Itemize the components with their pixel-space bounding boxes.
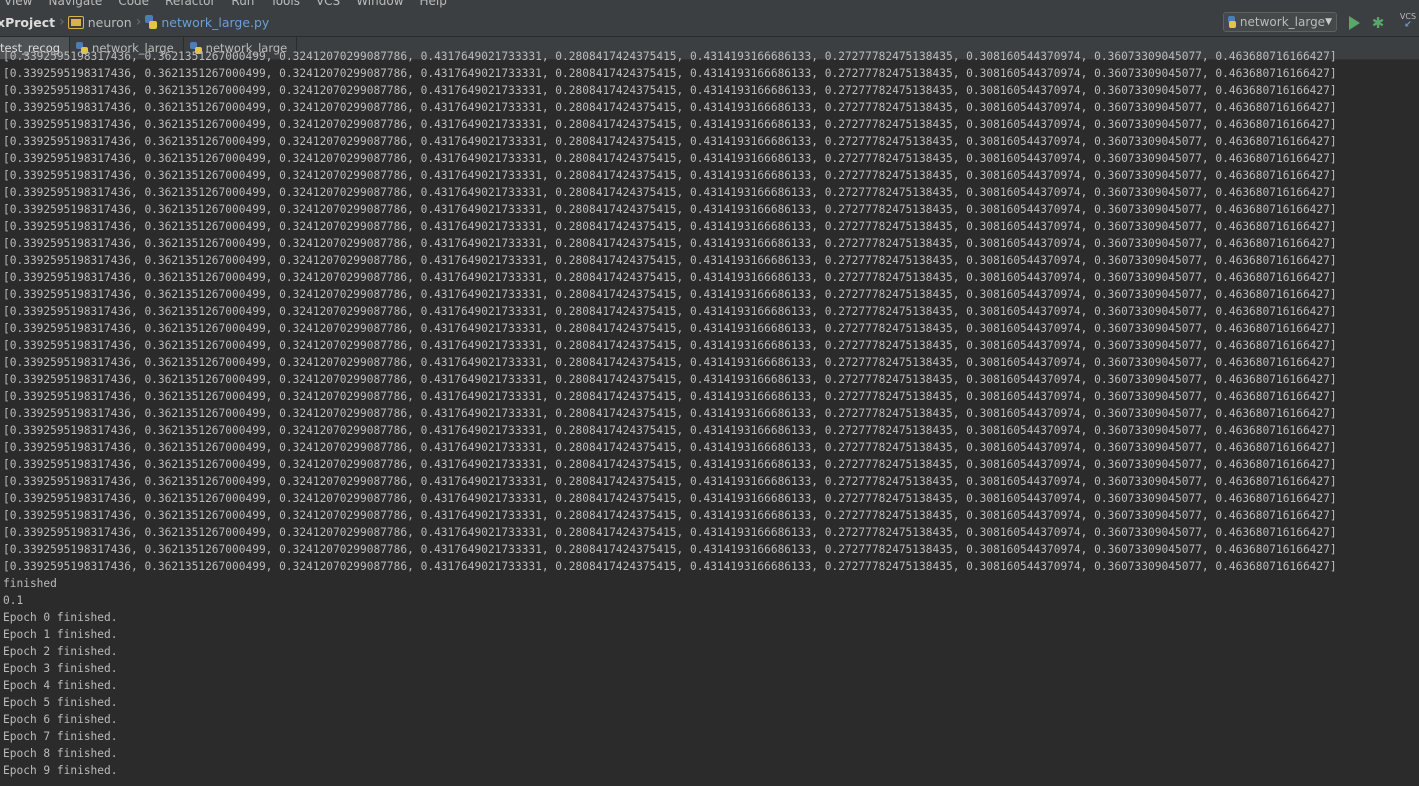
console-line: [0.3392595198317436, 0.3621351267000499,…	[3, 390, 1337, 403]
console-line: 0.1	[3, 594, 24, 607]
run-configuration-select[interactable]: network_large ▼	[1223, 12, 1337, 32]
console-line: [0.3392595198317436, 0.3621351267000499,…	[3, 424, 1337, 437]
console-line: finished	[3, 577, 57, 590]
console-line: [0.3392595198317436, 0.3621351267000499,…	[3, 135, 1337, 148]
menu-item-window[interactable]: Window	[356, 0, 403, 8]
console-line: [0.3392595198317436, 0.3621351267000499,…	[3, 101, 1337, 114]
console-line: [0.3392595198317436, 0.3621351267000499,…	[3, 373, 1337, 386]
vcs-button[interactable]: VCS ↙	[1398, 12, 1418, 30]
menu-item-help[interactable]: Help	[420, 0, 447, 8]
breadcrumb-project[interactable]: xProject	[0, 15, 55, 30]
console-line: [0.3392595198317436, 0.3621351267000499,…	[3, 271, 1337, 284]
console-line: [0.3392595198317436, 0.3621351267000499,…	[3, 492, 1337, 505]
debug-icon: ✱	[1371, 14, 1385, 32]
console-line: [0.3392595198317436, 0.3621351267000499,…	[3, 475, 1337, 488]
menu-item-refactor[interactable]: Refactor	[165, 0, 215, 8]
console-line: Epoch 4 finished.	[3, 679, 118, 692]
breadcrumb-separator: ›	[135, 14, 142, 30]
console-line: [0.3392595198317436, 0.3621351267000499,…	[3, 509, 1337, 522]
console-line: [0.3392595198317436, 0.3621351267000499,…	[3, 220, 1337, 233]
debug-button[interactable]: ✱	[1369, 14, 1387, 32]
console-line: [0.3392595198317436, 0.3621351267000499,…	[3, 339, 1337, 352]
console-line: [0.3392595198317436, 0.3621351267000499,…	[3, 152, 1337, 165]
console-line: [0.3392595198317436, 0.3621351267000499,…	[3, 288, 1337, 301]
console-line: Epoch 8 finished.	[3, 747, 118, 760]
console-line: [0.3392595198317436, 0.3621351267000499,…	[3, 560, 1337, 573]
run-button[interactable]	[1345, 14, 1363, 32]
console-line: Epoch 3 finished.	[3, 662, 118, 675]
console-line: [0.3392595198317436, 0.3621351267000499,…	[3, 441, 1337, 454]
menu-item-view[interactable]: View	[4, 0, 32, 8]
console-line: Epoch 6 finished.	[3, 713, 118, 726]
run-icon	[1348, 16, 1360, 30]
menu-item-tools[interactable]: Tools	[270, 0, 300, 8]
python-run-config-icon	[1228, 16, 1236, 28]
menu-item-run[interactable]: Run	[231, 0, 254, 8]
console-line: Epoch 2 finished.	[3, 645, 118, 658]
run-configuration-label: network_large	[1239, 15, 1326, 29]
console-line: [0.3392595198317436, 0.3621351267000499,…	[3, 67, 1337, 80]
breadcrumb-file[interactable]: network_large.py	[145, 15, 269, 30]
navigation-bar: xProject › neuron › network_large.py net…	[0, 8, 1419, 37]
menu-item-navigate[interactable]: Navigate	[48, 0, 102, 8]
console-line: [0.3392595198317436, 0.3621351267000499,…	[3, 322, 1337, 335]
console-line: [0.3392595198317436, 0.3621351267000499,…	[3, 526, 1337, 539]
menu-item-code[interactable]: Code	[118, 0, 149, 8]
console-line: [0.3392595198317436, 0.3621351267000499,…	[3, 254, 1337, 267]
breadcrumb-folder[interactable]: neuron	[67, 14, 132, 30]
console-line: [0.3392595198317436, 0.3621351267000499,…	[3, 543, 1337, 556]
chevron-down-icon: ▼	[1325, 17, 1332, 27]
console-line: Epoch 9 finished.	[3, 764, 118, 777]
console-output[interactable]: [0.3392595198317436, 0.3621351267000499,…	[3, 50, 1419, 786]
console-line: Epoch 5 finished.	[3, 696, 118, 709]
console-line: [0.3392595198317436, 0.3621351267000499,…	[3, 118, 1337, 131]
console-line: Epoch 0 finished.	[3, 611, 118, 624]
vcs-arrow-icon: ↙	[1404, 20, 1412, 30]
console-line: [0.3392595198317436, 0.3621351267000499,…	[3, 237, 1337, 250]
console-line: Epoch 7 finished.	[3, 730, 118, 743]
console-line: Epoch 1 finished.	[3, 628, 118, 641]
breadcrumb-file-label: network_large.py	[161, 14, 270, 30]
folder-icon	[67, 15, 84, 29]
console-line: [0.3392595198317436, 0.3621351267000499,…	[3, 407, 1337, 420]
console-line: [0.3392595198317436, 0.3621351267000499,…	[3, 203, 1337, 216]
console-line: [0.3392595198317436, 0.3621351267000499,…	[3, 458, 1337, 471]
python-file-icon	[145, 15, 158, 29]
breadcrumb-separator: ›	[59, 14, 65, 30]
console-line: [0.3392595198317436, 0.3621351267000499,…	[3, 84, 1337, 97]
breadcrumb-folder-label: neuron	[87, 14, 132, 30]
menu-bar: View Navigate Code Refactor Run Tools VCS Windo…	[0, 0, 1419, 8]
console-line: [0.3392595198317436, 0.3621351267000499,…	[3, 50, 1337, 63]
menu-item-vcs[interactable]: VCS	[316, 0, 340, 8]
console-line: [0.3392595198317436, 0.3621351267000499,…	[3, 305, 1337, 318]
console-line: [0.3392595198317436, 0.3621351267000499,…	[3, 169, 1337, 182]
console-line: [0.3392595198317436, 0.3621351267000499,…	[3, 356, 1337, 369]
console-line: [0.3392595198317436, 0.3621351267000499,…	[3, 186, 1337, 199]
